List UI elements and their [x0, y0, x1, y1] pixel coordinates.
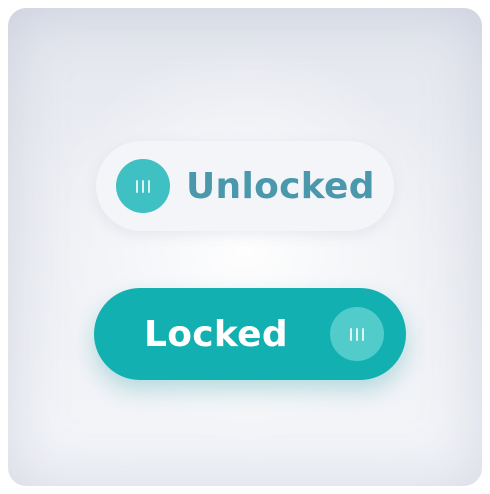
grip-lines-icon	[136, 179, 150, 193]
toggle-showcase-card: Unlocked Locked	[8, 8, 482, 486]
locked-toggle[interactable]: Locked	[94, 288, 406, 380]
grip-lines-icon	[350, 327, 364, 341]
locked-label: Locked	[144, 313, 288, 355]
unlocked-toggle[interactable]: Unlocked	[96, 141, 394, 231]
toggle-knob[interactable]	[330, 307, 384, 361]
unlocked-label: Unlocked	[186, 165, 375, 207]
toggle-knob[interactable]	[116, 159, 170, 213]
